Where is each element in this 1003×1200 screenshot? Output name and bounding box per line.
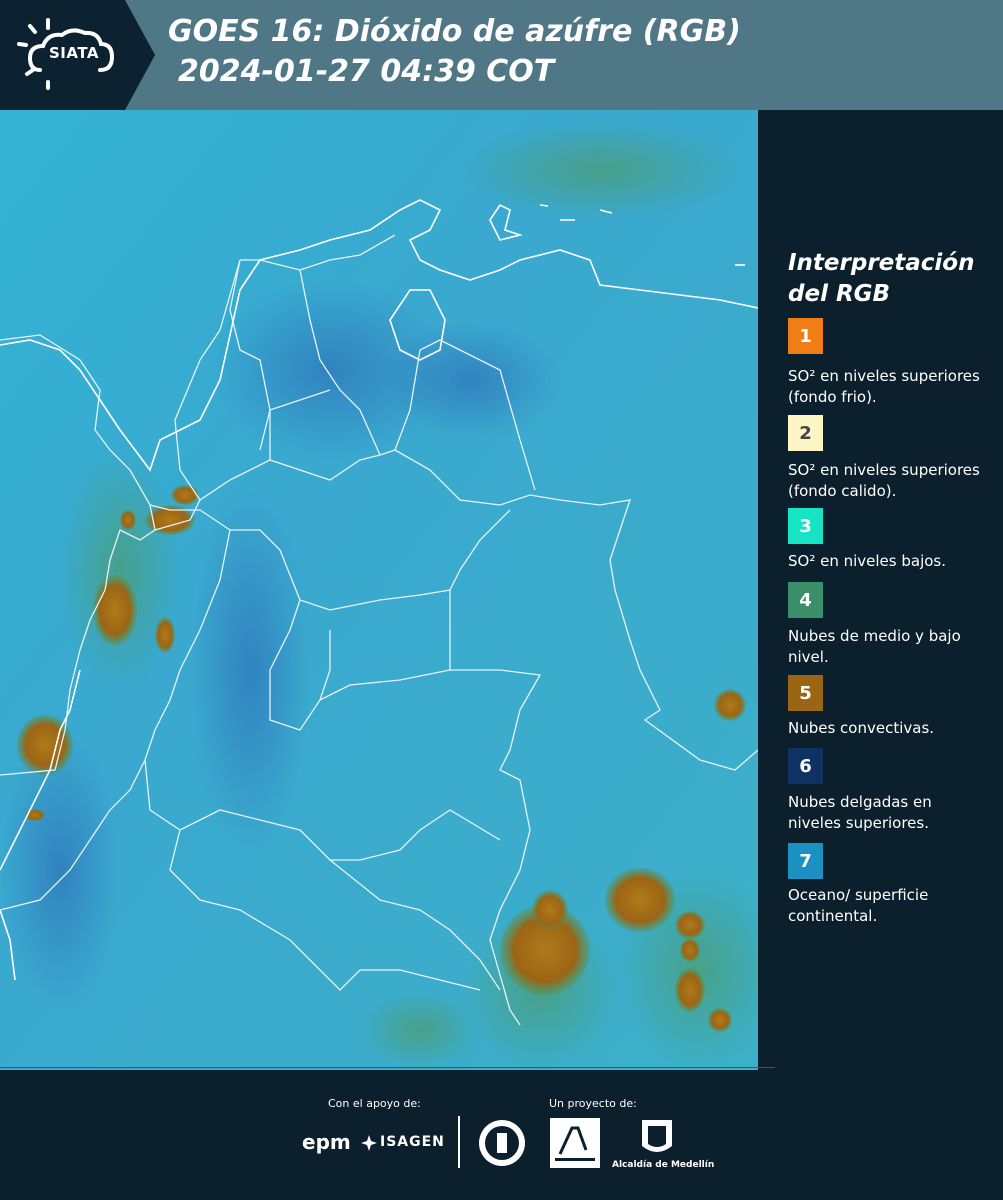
- logo-text: SIATA: [49, 44, 100, 62]
- page-subtitle-datetime: 2024-01-27 04:39 COT: [178, 54, 555, 89]
- legend-swatch-5: 5: [788, 675, 823, 711]
- medellin-seal-icon: [479, 1120, 525, 1166]
- legend-description-1: SO² en niveles superiores (fondo frio).: [788, 367, 980, 406]
- legend-description-4: Nubes de medio y bajo nivel.: [788, 627, 961, 666]
- so2-rgb-satellite-image: [0, 110, 780, 1070]
- legend-swatch-1: 1: [788, 318, 823, 354]
- footer: Con el apoyo de: Un proyecto de: epm ISA…: [0, 1067, 1003, 1200]
- footer-vertical-divider: [458, 1116, 460, 1168]
- isagen-star-icon: [361, 1135, 377, 1151]
- page-title: GOES 16: Dióxido de azúfre (RGB): [168, 14, 741, 49]
- legend-description-2: SO² en niveles superiores (fondo calido)…: [788, 461, 980, 500]
- legend-swatch-4: 4: [788, 582, 823, 618]
- legend-title-line1: Interpretación: [788, 250, 975, 276]
- isagen-logo: ISAGEN: [380, 1134, 445, 1150]
- epm-logo: epm: [302, 1130, 351, 1154]
- legend-title-line2: del RGB: [788, 281, 891, 307]
- header-bar: SIATA GOES 16: Dióxido de azúfre (RGB) 2…: [0, 0, 1003, 110]
- legend-description-5: Nubes convectivas.: [788, 719, 935, 737]
- satellite-map: [0, 110, 780, 1070]
- area-metropolitana-logo: [550, 1118, 600, 1168]
- support-label: Con el apoyo de:: [328, 1097, 421, 1110]
- alcaldia-shield-icon: [642, 1120, 672, 1152]
- legend-swatch-6: 6: [788, 748, 823, 784]
- legend-swatch-3: 3: [788, 508, 823, 544]
- footer-divider-line: [0, 1067, 775, 1068]
- legend-swatch-7: 7: [788, 843, 823, 879]
- legend-description-6: Nubes delgadas en niveles superiores.: [788, 793, 932, 832]
- legend-panel: Interpretación del RGB 1 SO² en niveles s…: [758, 110, 1003, 1070]
- legend-description-3: SO² en niveles bajos.: [788, 552, 947, 570]
- project-label: Un proyecto de:: [549, 1097, 637, 1110]
- siata-logo: SIATA: [0, 0, 155, 110]
- legend-title: Interpretación del RGB: [788, 248, 988, 310]
- alcaldia-medellin-label: Alcaldía de Medellín: [612, 1160, 715, 1170]
- legend-swatch-2: 2: [788, 415, 823, 451]
- legend-description-7: Oceano/ superficie continental.: [788, 886, 929, 925]
